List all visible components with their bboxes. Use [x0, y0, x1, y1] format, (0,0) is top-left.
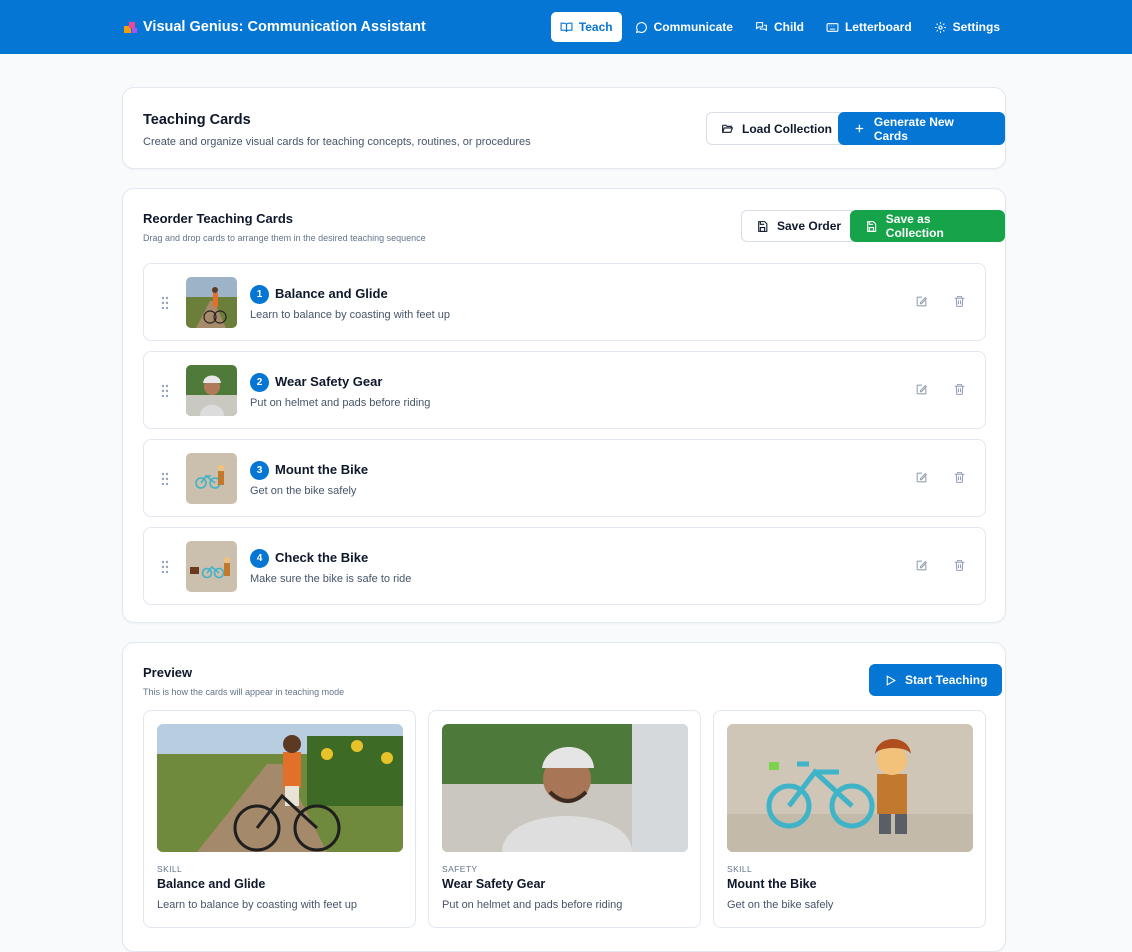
preview-card-item[interactable]: SAFETY Wear Safety Gear Put on helmet an…	[428, 710, 701, 928]
card-image	[157, 724, 403, 852]
nav-settings-label: Settings	[952, 20, 1000, 34]
edit-icon[interactable]	[915, 295, 928, 308]
card-description: Get on the bike safely	[250, 485, 357, 497]
nav-child-label: Child	[773, 20, 804, 34]
nav-teach[interactable]: Teach	[550, 12, 622, 42]
edit-icon[interactable]	[915, 559, 928, 572]
card-description: Learn to balance by coasting with feet u…	[157, 899, 357, 911]
keyboard-icon	[826, 22, 839, 32]
reorder-title: Reorder Teaching Cards	[143, 211, 294, 226]
nav-communicate[interactable]: Communicate	[626, 12, 742, 42]
nav-letterboard-label: Letterboard	[844, 20, 912, 34]
card-category: SKILL	[727, 864, 753, 874]
save-as-collection-button[interactable]: Save as Collection	[850, 210, 1005, 242]
card-title: Check the Bike	[275, 550, 369, 565]
save-order-label: Save Order	[777, 219, 842, 233]
card-description: Put on helmet and pads before riding	[442, 899, 623, 911]
drag-handle-icon[interactable]	[161, 296, 169, 310]
trash-icon[interactable]	[953, 559, 966, 572]
load-collection-button[interactable]: Load Collection	[706, 112, 847, 145]
edit-icon[interactable]	[915, 383, 928, 396]
start-teaching-button[interactable]: Start Teaching	[869, 664, 1003, 696]
drag-handle-icon[interactable]	[161, 472, 169, 486]
play-icon	[886, 674, 896, 686]
card-number-badge: 4	[250, 549, 269, 568]
nav-settings[interactable]: Settings	[925, 12, 1009, 42]
drag-handle-icon[interactable]	[161, 384, 169, 398]
card-thumbnail	[186, 541, 237, 592]
reorder-card: Reorder Teaching Cards Drag and drop car…	[122, 188, 1006, 623]
card-thumbnail	[186, 277, 237, 328]
card-title: Mount the Bike	[727, 877, 817, 891]
top-bar: Visual Genius: Communication Assistant T…	[0, 0, 1132, 54]
generate-new-cards-button[interactable]: Generate New Cards	[838, 112, 1005, 145]
card-thumbnail	[186, 453, 237, 504]
nav-letterboard[interactable]: Letterboard	[817, 12, 921, 42]
teaching-card-row[interactable]: 1 Balance and Glide Learn to balance by …	[143, 263, 986, 341]
card-description: Make sure the bike is safe to ride	[250, 573, 412, 585]
nav-teach-label: Teach	[578, 20, 613, 34]
page-title: Teaching Cards	[143, 112, 251, 128]
puzzle-logo-icon	[124, 22, 137, 33]
trash-icon[interactable]	[953, 383, 966, 396]
preview-card: Preview This is how the cards will appea…	[122, 642, 1006, 952]
main-nav: Teach Communicate Child Letterboard Sett…	[550, 12, 1009, 42]
card-number-badge: 1	[250, 285, 269, 304]
folder-open-icon	[722, 124, 734, 133]
card-number-badge: 3	[250, 461, 269, 480]
card-title: Mount the Bike	[275, 462, 369, 477]
app-title: Visual Genius: Communication Assistant	[143, 19, 426, 35]
preview-card-item[interactable]: SKILL Balance and Glide Learn to balance…	[143, 710, 416, 928]
trash-icon[interactable]	[953, 295, 966, 308]
save-icon	[758, 220, 768, 232]
nav-child[interactable]: Child	[746, 12, 813, 42]
preview-subtitle: This is how the cards will appear in tea…	[143, 687, 345, 697]
card-description: Learn to balance by coasting with feet u…	[250, 309, 450, 321]
gear-icon	[934, 21, 946, 33]
teaching-cards-header: Teaching Cards Create and organize visua…	[122, 87, 1006, 169]
reorder-subtitle: Drag and drop cards to arrange them in t…	[143, 233, 426, 243]
teaching-card-row[interactable]: 4 Check the Bike Make sure the bike is s…	[143, 527, 986, 605]
card-thumbnail	[186, 365, 237, 416]
message-circle-icon	[635, 21, 647, 33]
preview-title: Preview	[143, 665, 193, 680]
card-number-badge: 2	[250, 373, 269, 392]
app-brand: Visual Genius: Communication Assistant	[123, 19, 426, 35]
save-as-collection-label: Save as Collection	[885, 212, 944, 240]
card-category: SKILL	[157, 864, 183, 874]
teaching-card-row[interactable]: 3 Mount the Bike Get on the bike safely	[143, 439, 986, 517]
save-order-button[interactable]: Save Order	[741, 210, 857, 242]
edit-icon[interactable]	[915, 471, 928, 484]
trash-icon[interactable]	[953, 471, 966, 484]
book-open-icon	[560, 22, 573, 32]
card-description: Put on helmet and pads before riding	[250, 397, 431, 409]
start-teaching-label: Start Teaching	[905, 673, 988, 687]
nav-communicate-label: Communicate	[653, 20, 733, 34]
drag-handle-icon[interactable]	[161, 560, 169, 574]
generate-new-cards-label: Generate New Cards	[873, 114, 954, 143]
teaching-card-row[interactable]: 2 Wear Safety Gear Put on helmet and pad…	[143, 351, 986, 429]
card-title: Wear Safety Gear	[275, 374, 383, 389]
card-category: SAFETY	[442, 864, 478, 874]
preview-card-item[interactable]: SKILL Mount the Bike Get on the bike saf…	[713, 710, 986, 928]
card-title: Balance and Glide	[157, 877, 266, 891]
card-description: Get on the bike safely	[727, 899, 834, 911]
card-title: Balance and Glide	[275, 286, 388, 301]
card-image	[442, 724, 688, 852]
save-icon	[867, 220, 877, 232]
load-collection-label: Load Collection	[742, 121, 832, 136]
page-subtitle: Create and organize visual cards for tea…	[143, 136, 531, 148]
plus-icon	[855, 124, 864, 133]
card-image	[727, 724, 973, 852]
card-title: Wear Safety Gear	[442, 877, 546, 891]
messages-icon	[756, 21, 767, 31]
